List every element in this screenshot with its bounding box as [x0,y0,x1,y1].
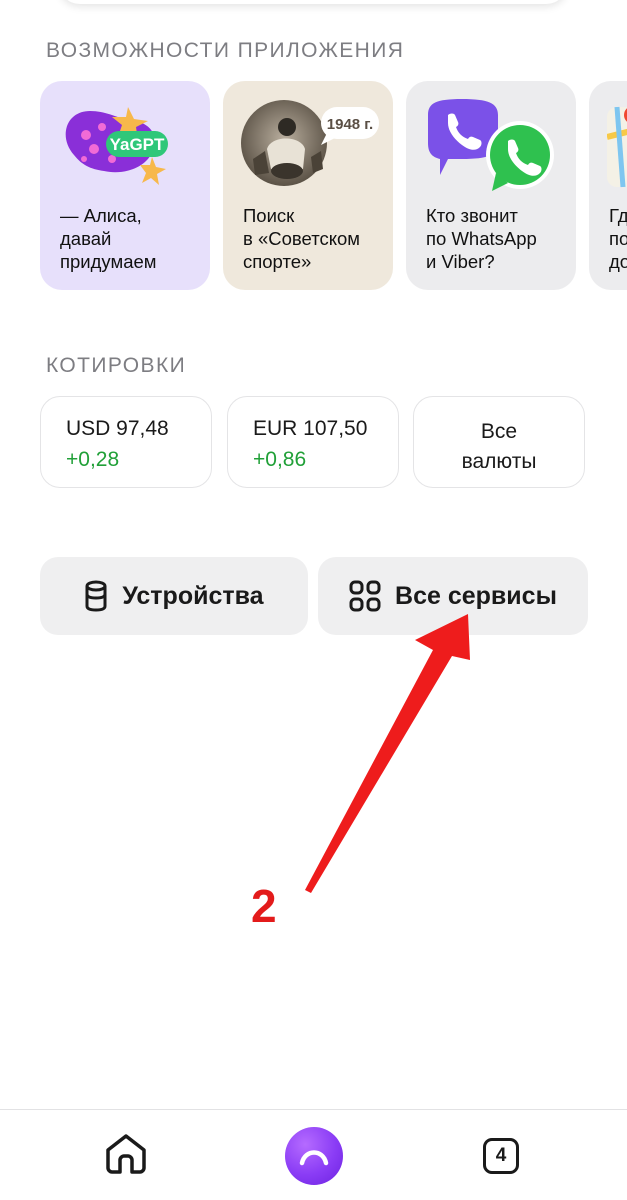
feature-card-soviet-sport[interactable]: 1948 г. Поиск в «Советском спорте» [223,81,393,290]
quote-card-eur[interactable]: EUR 107,50 +0,86 [227,396,399,488]
yagpt-logo-icon: YaGPT [56,97,176,189]
smart-speaker-icon [84,580,108,612]
yagpt-badge: YaGPT [110,135,165,154]
nav-home[interactable] [95,1110,157,1200]
feature-card-map[interactable]: Гд по до [589,81,627,290]
feature-card-text: Гд по до [609,205,627,272]
feature-card-yagpt[interactable]: YaGPT — Алиса, давай придумаем [40,81,210,290]
quote-delta: +0,28 [66,448,120,471]
vintage-photo-icon: 1948 г. [241,99,381,189]
year-badge: 1948 г. [327,116,373,133]
nav-tabs[interactable]: 4 [470,1110,532,1200]
map-icon [606,97,627,189]
all-currencies-label: Все валюты [461,420,537,473]
grid-icon [349,580,381,612]
quote-delta: +0,86 [253,448,307,471]
annotation-number: 2 [251,880,277,932]
nav-alice[interactable] [282,1110,346,1200]
features-section-title: ВОЗМОЖНОСТИ ПРИЛОЖЕНИЯ [46,39,405,62]
feature-card-text: Кто звонит по WhatsApp и Viber? [426,205,537,272]
top-card-edge [58,0,568,4]
quotes-row: USD 97,48 +0,28 EUR 107,50 +0,86 Все вал… [40,396,586,488]
quote-card-usd[interactable]: USD 97,48 +0,28 [40,396,212,488]
bottom-navigation: 4 [0,1109,627,1200]
viber-whatsapp-icon [424,97,560,193]
tabs-count-icon: 4 [483,1137,519,1174]
devices-label: Устройства [122,581,264,610]
feature-card-caller-id[interactable]: Кто звонит по WhatsApp и Viber? [406,81,576,290]
quotes-section-title: КОТИРОВКИ [46,354,187,377]
home-icon [104,1132,148,1179]
feature-card-text: Поиск в «Советском спорте» [243,205,361,272]
all-services-button[interactable]: Все сервисы [318,557,588,635]
alice-icon [285,1126,343,1185]
devices-button[interactable]: Устройства [40,557,308,635]
features-carousel[interactable]: YaGPT — Алиса, давай придумаем 1948 г. П… [40,81,627,290]
all-currencies-button[interactable]: Все валюты [413,396,585,488]
feature-card-text: — Алиса, давай придумаем [60,205,157,272]
quote-name: EUR 107,50 [253,417,368,440]
quote-name: USD 97,48 [66,417,169,440]
all-services-label: Все сервисы [395,581,557,610]
